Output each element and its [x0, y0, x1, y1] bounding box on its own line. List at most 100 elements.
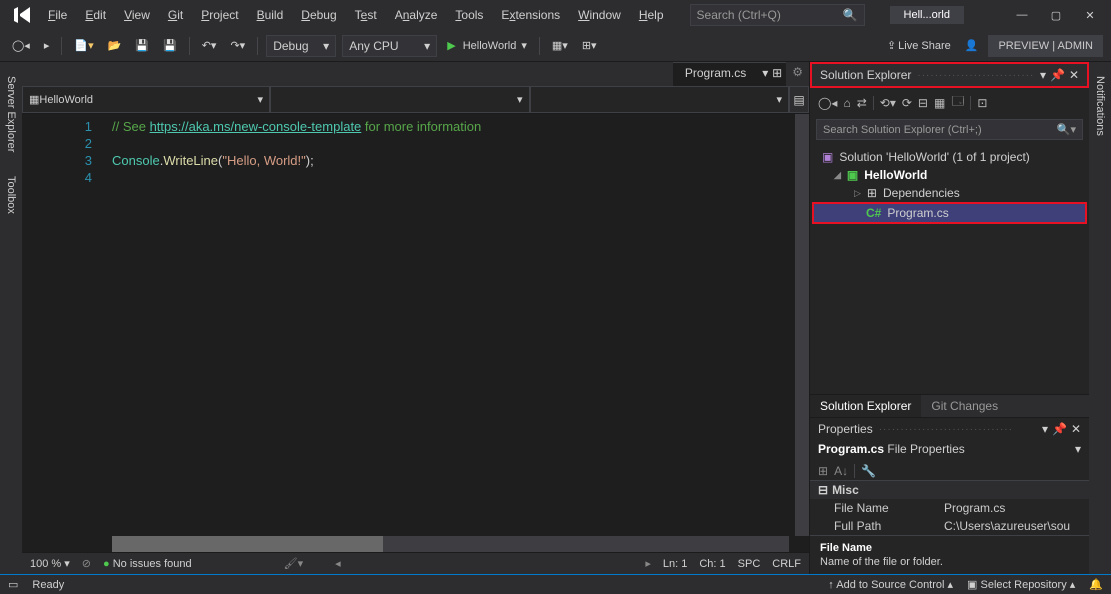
se-refresh-icon[interactable]: ⟳ — [902, 96, 912, 110]
undo-button[interactable]: ↶▾ — [198, 37, 221, 54]
menu-git[interactable]: Git — [160, 4, 191, 26]
tree-project[interactable]: ◢ ▣ HelloWorld — [814, 166, 1085, 184]
categorize-icon[interactable]: ⊞ — [818, 464, 828, 478]
status-output-icon[interactable]: ▭ — [8, 578, 18, 591]
properties-subject[interactable]: Program.cs File Properties ▾ — [810, 440, 1089, 462]
split-icon[interactable]: ▤ — [789, 86, 809, 113]
menu-test[interactable]: Test — [347, 4, 385, 26]
feedback-icon[interactable]: 👤 — [961, 37, 983, 54]
right-tool-rail: Notifications — [1089, 62, 1111, 574]
minimize-button[interactable]: — — [1005, 1, 1039, 29]
toolbox-tab[interactable]: Toolbox — [3, 170, 19, 220]
scroll-right-icon[interactable]: ▸ — [645, 557, 651, 570]
menu-build[interactable]: Build — [249, 4, 292, 26]
tree-solution-root[interactable]: ▣ Solution 'HelloWorld' (1 of 1 project) — [814, 148, 1085, 166]
code-content[interactable]: // See https://aka.ms/new-console-templa… — [112, 114, 809, 536]
open-button[interactable]: 📂 — [104, 37, 126, 54]
start-debug-button[interactable]: ▶ HelloWorld ▾ — [443, 37, 531, 54]
preview-admin-badge[interactable]: PREVIEW | ADMIN — [988, 35, 1103, 57]
menu-analyze[interactable]: Analyze — [387, 4, 446, 26]
menu-extensions[interactable]: Extensions — [493, 4, 568, 26]
se-home-icon[interactable]: ⌂ — [843, 96, 850, 110]
pin-icon[interactable]: ▾ — [762, 66, 768, 80]
vertical-scrollbar[interactable] — [795, 114, 809, 536]
menu-project[interactable]: Project — [193, 4, 246, 26]
line-indicator[interactable]: Ln: 1 — [663, 558, 687, 570]
panel-pin-icon[interactable]: 📌 — [1052, 422, 1067, 436]
se-back-icon[interactable]: ◯◂ — [818, 96, 837, 110]
code-cleanup-icon[interactable]: 🖌▾ — [284, 557, 304, 570]
solution-explorer-header[interactable]: Solution Explorer ······················… — [810, 62, 1089, 88]
nav-project-combo[interactable]: ▦ HelloWorld▾ — [22, 86, 270, 113]
prop-row-filename[interactable]: File Name Program.cs — [810, 499, 1089, 517]
close-button[interactable]: ✕ — [1073, 1, 1107, 29]
right-panel: Solution Explorer ······················… — [809, 62, 1089, 574]
panel-pin-icon[interactable]: 📌 — [1050, 68, 1065, 82]
se-switch-icon[interactable]: ⇄ — [857, 96, 867, 110]
menu-tools[interactable]: Tools — [447, 4, 491, 26]
horizontal-scrollbar[interactable] — [112, 536, 789, 552]
tree-dependencies[interactable]: ▷ ⊞ Dependencies — [814, 184, 1085, 202]
properties-description: File Name Name of the file or folder. — [810, 535, 1089, 574]
nav-fwd-button[interactable]: ▸ — [40, 37, 54, 54]
tab-solution-explorer[interactable]: Solution Explorer — [810, 395, 921, 417]
se-properties-icon[interactable]: 🗔 — [951, 92, 964, 113]
menu-debug[interactable]: Debug — [293, 4, 344, 26]
save-all-button[interactable]: 💾 — [159, 37, 181, 54]
menu-file[interactable]: File — [40, 4, 75, 26]
properties-grid: ⊟ Misc File Name Program.cs Full Path C:… — [810, 481, 1089, 535]
maximize-button[interactable]: ▢ — [1039, 1, 1073, 29]
tab-options-icon[interactable]: ⚙ — [786, 62, 809, 86]
tb-icon-1[interactable]: ▦▾ — [548, 37, 572, 54]
zoom-combo[interactable]: 100 % ▾ — [30, 557, 70, 570]
save-button[interactable]: 💾 — [131, 37, 153, 54]
server-explorer-tab[interactable]: Server Explorer — [3, 70, 19, 158]
nav-member-combo[interactable]: ▾ — [530, 86, 790, 113]
tree-file-program[interactable]: C# Program.cs — [812, 202, 1087, 224]
se-collapse-icon[interactable]: ⊟ — [918, 96, 928, 110]
notifications-bell-icon[interactable]: 🔔 — [1089, 578, 1103, 591]
alphabetize-icon[interactable]: A↓ — [834, 464, 848, 478]
menu-help[interactable]: Help — [631, 4, 672, 26]
panel-close-icon[interactable]: ✕ — [1071, 422, 1081, 436]
error-indicator-icon[interactable]: ⊘ — [82, 557, 91, 570]
line-ending-indicator[interactable]: CRLF — [772, 558, 801, 570]
issues-label[interactable]: ● No issues found — [103, 558, 192, 570]
file-tab-program[interactable]: Program.cs ▾ ⊞ — [673, 62, 786, 86]
redo-button[interactable]: ↷▾ — [226, 37, 249, 54]
global-search-input[interactable]: Search (Ctrl+Q) 🔍 — [690, 4, 865, 26]
tab-plus-icon[interactable]: ⊞ — [772, 66, 782, 80]
new-project-button[interactable]: 📄▾ — [70, 37, 97, 54]
live-share-button[interactable]: ⇪ Live Share — [883, 37, 955, 54]
menu-edit[interactable]: Edit — [77, 4, 114, 26]
platform-combo[interactable]: Any CPU▾ — [342, 35, 437, 57]
prop-row-fullpath[interactable]: Full Path C:\Users\azureuser\sou — [810, 517, 1089, 535]
scroll-left-icon[interactable]: ◂ — [335, 557, 341, 570]
menu-window[interactable]: Window — [570, 4, 629, 26]
se-showall-icon[interactable]: ▦ — [934, 96, 945, 110]
nav-type-combo[interactable]: ▾ — [270, 86, 530, 113]
wrench-icon[interactable]: 🔧 — [861, 464, 876, 478]
menu-view[interactable]: View — [116, 4, 158, 26]
notifications-tab[interactable]: Notifications — [1092, 70, 1108, 142]
char-indicator[interactable]: Ch: 1 — [699, 558, 725, 570]
panel-dropdown-icon[interactable]: ▾ — [1042, 422, 1048, 436]
code-editor[interactable]: 1 2 3 4 // See https://aka.ms/new-consol… — [22, 114, 809, 536]
solution-explorer-search[interactable]: Search Solution Explorer (Ctrl+;) 🔍▾ — [816, 119, 1083, 140]
panel-close-icon[interactable]: ✕ — [1069, 68, 1079, 82]
props-category-misc[interactable]: ⊟ Misc — [810, 481, 1089, 499]
config-combo[interactable]: Debug▾ — [266, 35, 336, 57]
tab-git-changes[interactable]: Git Changes — [921, 395, 1008, 417]
spaces-indicator[interactable]: SPC — [738, 558, 761, 570]
panel-dropdown-icon[interactable]: ▾ — [1040, 68, 1046, 82]
tb-icon-2[interactable]: ⊞▾ — [578, 37, 601, 54]
add-source-control-button[interactable]: ↑ Add to Source Control ▴ — [828, 578, 953, 591]
nav-back-button[interactable]: ◯◂ — [8, 37, 34, 54]
se-preview-icon[interactable]: ⊡ — [977, 96, 987, 110]
expand-icon[interactable]: ◢ — [834, 170, 841, 181]
expand-icon[interactable]: ▷ — [854, 188, 861, 199]
select-repository-button[interactable]: ▣ Select Repository ▴ — [967, 578, 1075, 591]
solution-name-badge[interactable]: Hell...orld — [890, 6, 964, 24]
properties-header[interactable]: Properties ·····························… — [810, 418, 1089, 440]
se-sync-icon[interactable]: ⟲▾ — [880, 96, 896, 110]
